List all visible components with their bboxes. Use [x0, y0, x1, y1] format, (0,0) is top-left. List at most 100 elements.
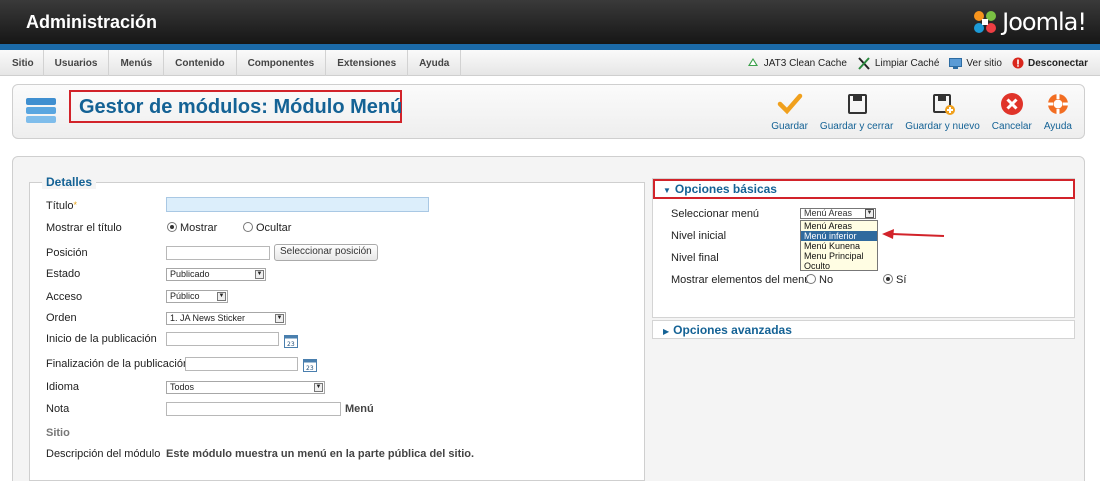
floppy-plus-icon [932, 94, 955, 115]
start-level-label: Nivel inicial [671, 230, 727, 242]
radio-yes[interactable] [883, 274, 893, 284]
admin-brand: Administración [26, 12, 158, 32]
menu-item-ayuda[interactable]: Ayuda [408, 50, 462, 76]
select-menu-dropdown[interactable]: Menú Areas ▼ [800, 208, 876, 219]
floppy-icon [847, 94, 867, 114]
cancel-button[interactable]: Cancelar [986, 91, 1038, 132]
show-subitems-label: Mostrar elementos del menú [671, 274, 811, 286]
position-label: Posición [46, 247, 88, 259]
subitems-radio-yes[interactable]: Sí [883, 274, 906, 286]
publish-up-input[interactable] [166, 332, 279, 346]
radio-show[interactable] [167, 222, 177, 232]
cancel-label: Cancelar [991, 121, 1032, 132]
clear-cache-link[interactable]: Limpiar Caché [857, 56, 940, 70]
state-select[interactable]: Publicado ▼ [166, 268, 266, 281]
lifebuoy-icon [1047, 94, 1068, 114]
logout-label: Desconectar [1027, 57, 1088, 69]
save-close-label: Guardar y cerrar [819, 121, 894, 132]
menu-item-extensiones[interactable]: Extensiones [326, 50, 409, 76]
show-title-label: Mostrar el título [46, 222, 122, 234]
show-title-radio-show[interactable]: Mostrar [167, 222, 217, 234]
logout-link[interactable]: Desconectar [1012, 57, 1088, 69]
publish-down-label: Finalización de la publicación [46, 358, 190, 370]
toolbar-box: Gestor de módulos: Módulo Menú Guardar G… [12, 84, 1085, 139]
cancel-icon [1000, 93, 1023, 115]
save-new-label: Guardar y nuevo [905, 121, 980, 132]
subitems-radio-no[interactable]: No [806, 274, 833, 286]
publish-down-input[interactable] [185, 357, 298, 371]
module-manager-icon [26, 98, 56, 123]
menu-item-usuarios[interactable]: Usuarios [44, 50, 110, 76]
access-select[interactable]: Público ▼ [166, 290, 228, 303]
save-button[interactable]: Guardar [765, 91, 814, 132]
menu-option-highlighted[interactable]: Menú inferior [801, 231, 877, 241]
required-star: * [73, 200, 78, 210]
menu-item-componentes[interactable]: Componentes [237, 50, 327, 76]
calendar-icon[interactable]: 23 [284, 335, 298, 348]
note-suffix: Menú [345, 403, 374, 415]
advanced-options-heading: Opciones avanzadas [673, 323, 792, 337]
note-label: Nota [46, 403, 70, 415]
broom-icon [858, 56, 870, 70]
order-label: Orden [46, 312, 77, 324]
order-value: 1. JA News Sticker [170, 313, 246, 323]
no-option-label: No [819, 274, 834, 286]
help-label: Ayuda [1043, 121, 1072, 132]
end-level-label: Nivel final [671, 252, 719, 264]
access-value: Público [170, 291, 200, 301]
site-label: Sitio [46, 427, 70, 439]
language-value: Todos [170, 382, 195, 392]
radio-no[interactable] [806, 274, 816, 284]
yes-option-label: Sí [896, 274, 907, 286]
joomla-logo-text: Joomla! [1002, 8, 1087, 36]
recycle-icon [747, 58, 758, 66]
select-menu-label: Seleccionar menú [671, 208, 760, 220]
select-position-button[interactable]: Seleccionar posición [274, 244, 378, 261]
advanced-options-header[interactable]: ▶ Opciones avanzadas [652, 320, 1075, 339]
menu-option[interactable]: Oculto [801, 261, 877, 271]
page-title: Gestor de módulos: Módulo Menú [69, 90, 402, 123]
menu-item-menus[interactable]: Menús [109, 50, 165, 76]
title-label-text: Título [46, 200, 74, 212]
state-value: Publicado [170, 269, 210, 279]
check-icon [777, 93, 802, 115]
access-label: Acceso [46, 291, 83, 303]
save-new-button[interactable]: Guardar y nuevo [899, 91, 986, 132]
joomla-logo-icon [974, 11, 997, 33]
position-input[interactable] [166, 246, 270, 260]
clear-cache-label: Limpiar Caché [874, 57, 940, 69]
basic-options-header[interactable]: ▼ Opciones básicas [653, 179, 1075, 199]
show-title-radio-hide[interactable]: Ocultar [243, 222, 291, 234]
chevron-down-icon: ▼ [275, 314, 284, 323]
note-input[interactable] [166, 402, 341, 416]
menu-option[interactable]: Menu Principal [801, 251, 877, 261]
radio-hide[interactable] [243, 222, 253, 232]
chevron-down-icon: ▼ [314, 383, 323, 392]
basic-options-heading: Opciones básicas [674, 182, 777, 196]
chevron-down-icon: ▼ [255, 270, 264, 279]
logout-icon [1012, 57, 1024, 69]
details-legend: Detalles [42, 175, 97, 189]
chevron-down-icon: ▼ [865, 209, 874, 218]
pointer-arrow-icon [882, 229, 945, 239]
language-select[interactable]: Todos ▼ [166, 381, 325, 394]
help-button[interactable]: Ayuda [1038, 91, 1078, 132]
menu-options-list: Menú Areas Menú inferior Menú Kunena Men… [800, 220, 878, 271]
hide-option-label: Ocultar [256, 222, 292, 234]
menu-bar: Sitio Usuarios Menús Contenido Component… [0, 50, 1100, 76]
menu-option[interactable]: Menú Areas [801, 221, 877, 231]
jat3-clean-cache-link[interactable]: JAT3 Clean Cache [746, 57, 847, 69]
description-label: Descripción del módulo [46, 448, 161, 460]
calendar-icon[interactable]: 23 [303, 359, 317, 372]
menu-option[interactable]: Menú Kunena [801, 241, 877, 251]
title-input[interactable] [166, 197, 429, 212]
view-site-link[interactable]: Ver sitio [949, 57, 1002, 69]
joomla-logo[interactable]: Joomla! [972, 8, 1087, 36]
save-close-button[interactable]: Guardar y cerrar [814, 91, 899, 132]
view-site-label: Ver sitio [966, 57, 1002, 69]
order-select[interactable]: 1. JA News Sticker ▼ [166, 312, 286, 325]
svg-text:23: 23 [287, 341, 295, 348]
menu-item-sitio[interactable]: Sitio [0, 50, 44, 76]
triangle-down-icon: ▼ [663, 186, 671, 195]
menu-item-contenido[interactable]: Contenido [164, 50, 237, 76]
